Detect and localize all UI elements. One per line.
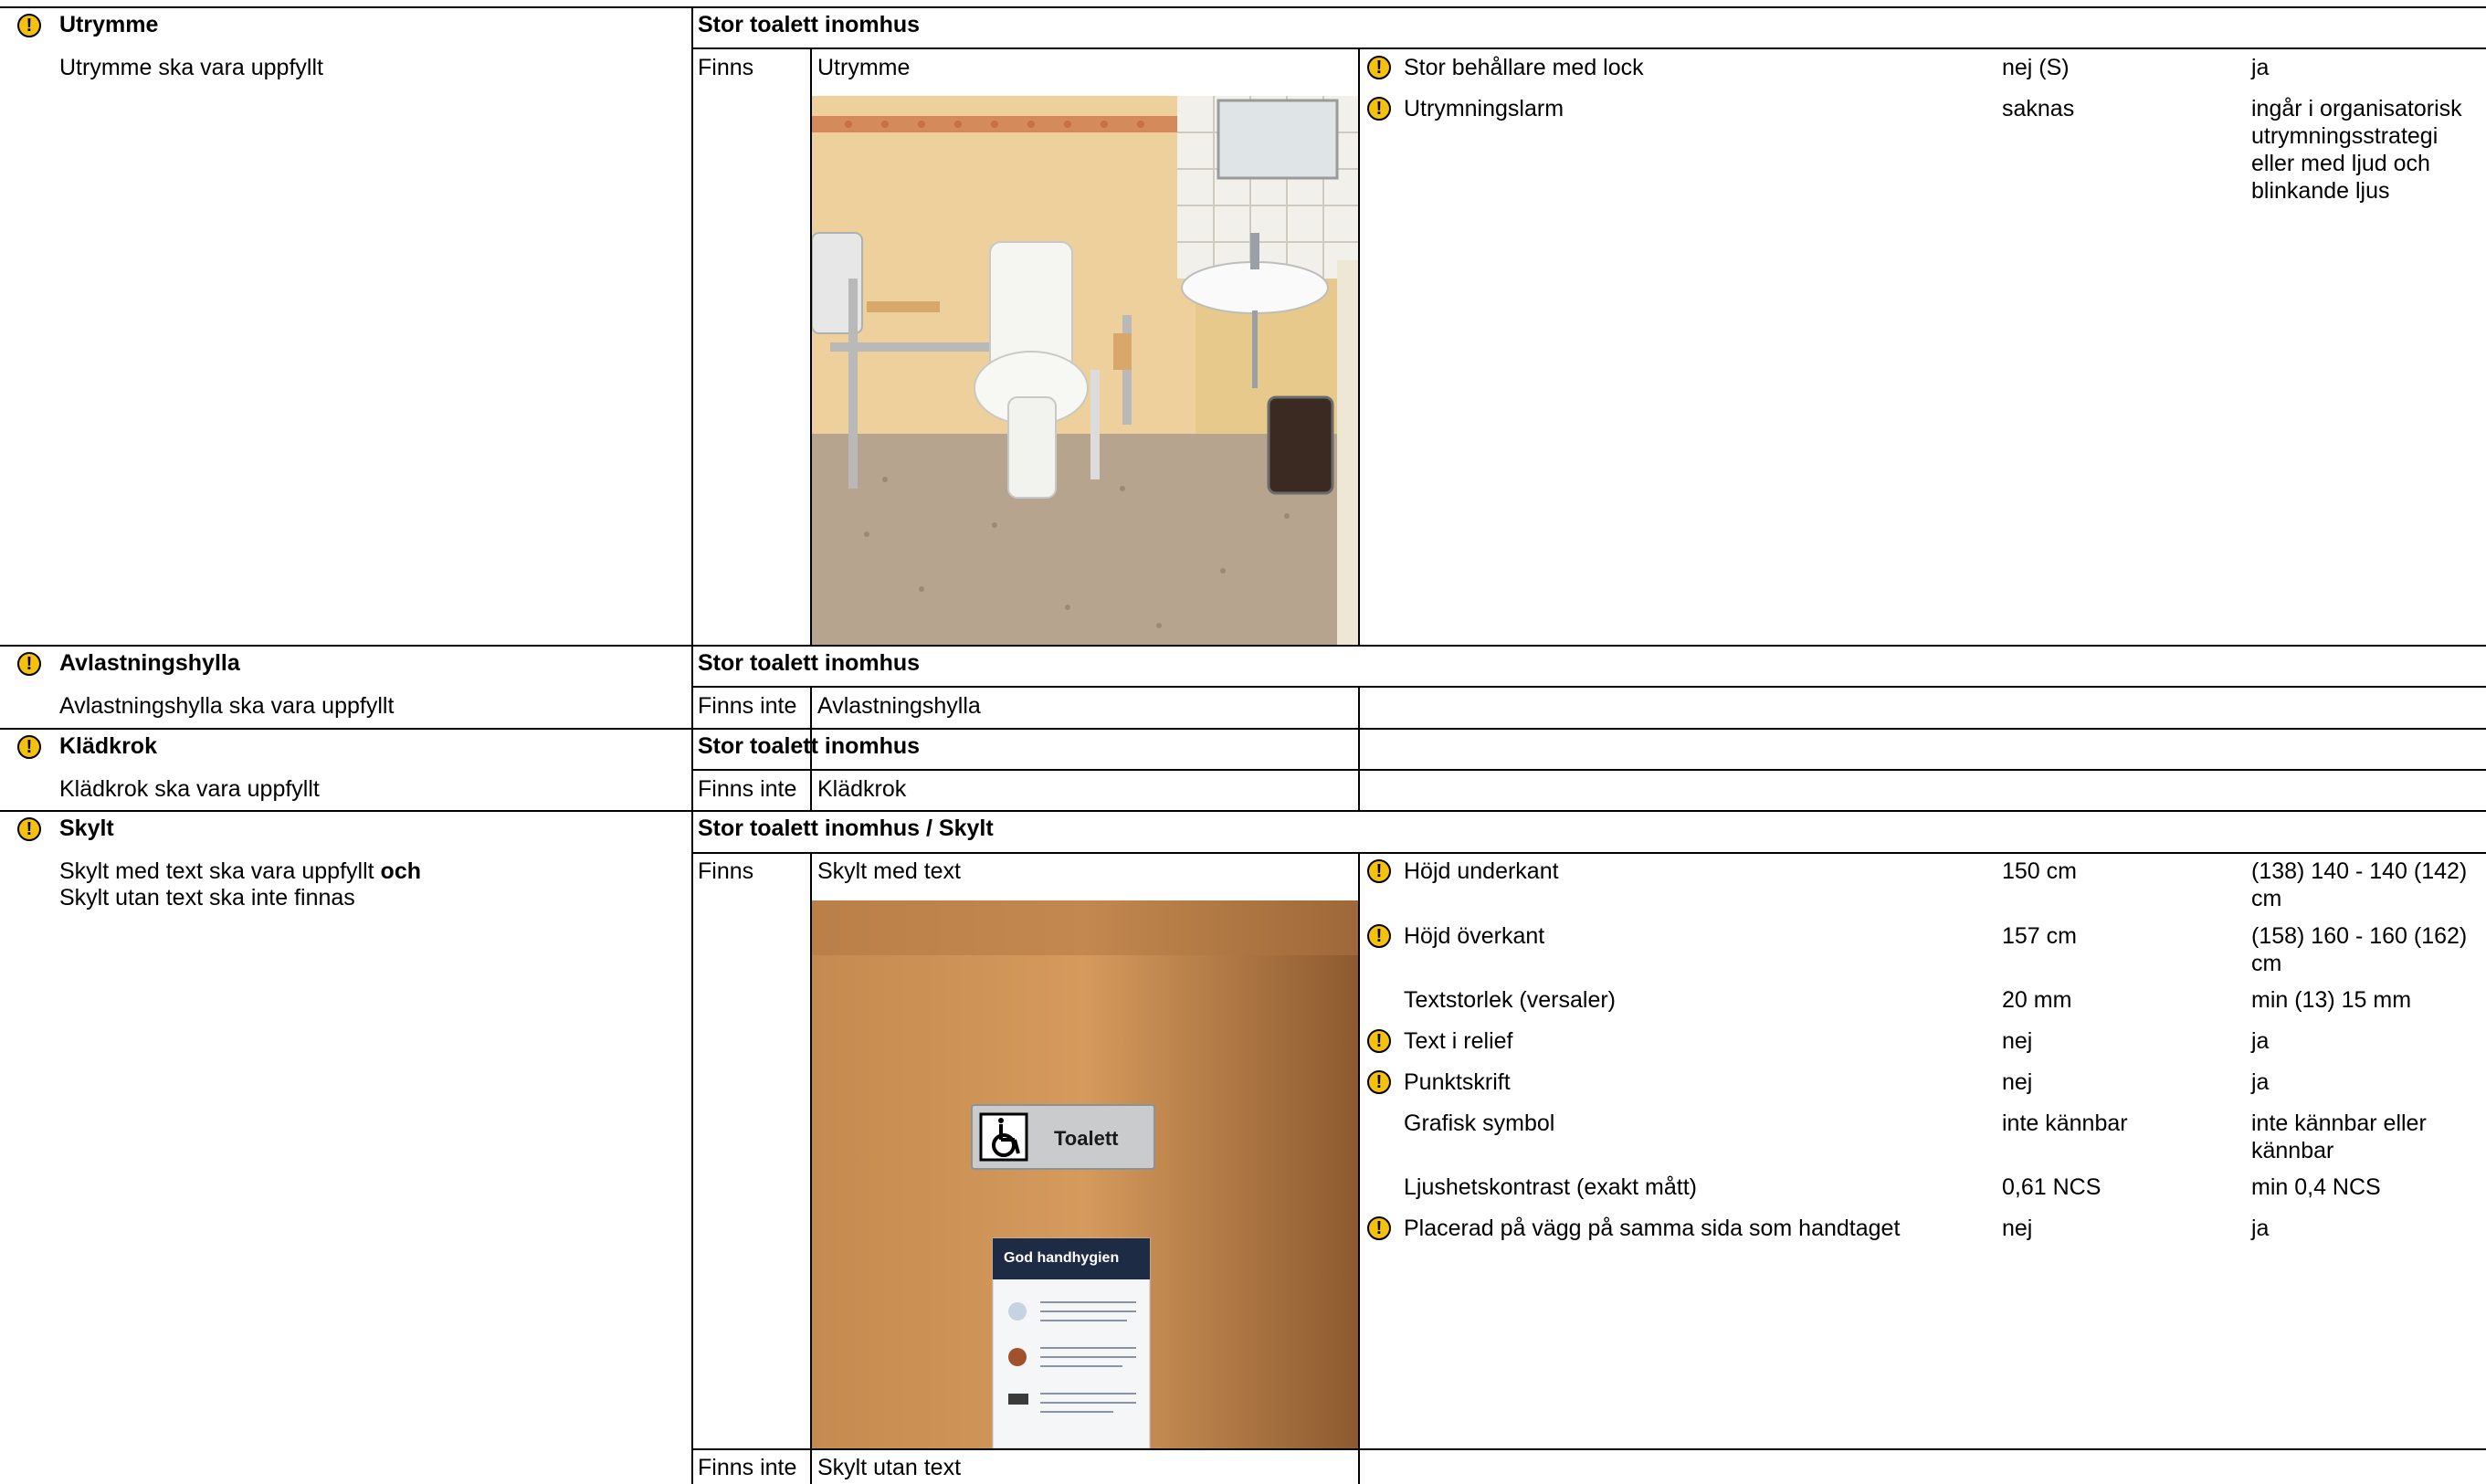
- warning-icon: !: [17, 735, 41, 759]
- property-value: inte kännbar: [2002, 1110, 2128, 1136]
- divider: [691, 1448, 2486, 1450]
- property-value: 20 mm: [2002, 987, 2072, 1013]
- status-cell: Finns inte: [698, 693, 797, 719]
- item-name: Skylt utan text: [817, 1455, 962, 1480]
- item-name: Klädkrok: [817, 776, 907, 802]
- property-name: Ljushetskontrast (exakt mått): [1404, 1174, 1697, 1200]
- section-title: Skylt: [59, 816, 114, 841]
- divider: [691, 852, 2486, 854]
- divider: [1358, 852, 1360, 1484]
- property-requirement: ja: [2251, 1216, 2270, 1241]
- property-name: Grafisk symbol: [1404, 1110, 1555, 1136]
- warning-icon: !: [17, 817, 41, 841]
- property-value: 0,61 NCS: [2002, 1174, 2102, 1200]
- divider: [0, 810, 2486, 812]
- property-requirement: (138) 140 - 140 (142) cm: [2251, 858, 2468, 911]
- property-name: Placerad på vägg på samma sida som handt…: [1404, 1216, 1901, 1241]
- property-name: Höjd underkant: [1404, 858, 1559, 884]
- divider: [691, 6, 693, 1484]
- table-header: Stor toalett inomhus: [698, 733, 921, 759]
- warning-icon: !: [1367, 97, 1391, 121]
- requirement-text: Avlastningshylla ska vara uppfyllt: [59, 693, 395, 719]
- requirement-text: Utrymme ska vara uppfyllt: [59, 55, 323, 80]
- status-cell: Finns: [698, 858, 754, 884]
- property-requirement: min 0,4 NCS: [2251, 1174, 2381, 1200]
- property-value: nej: [2002, 1028, 2033, 1054]
- requirement-text: Klädkrok ska vara uppfyllt: [59, 776, 320, 802]
- item-name: Avlastningshylla: [817, 693, 981, 719]
- property-value: nej: [2002, 1069, 2033, 1095]
- divider: [0, 728, 2486, 730]
- warning-icon: !: [1367, 924, 1391, 948]
- divider: [1358, 686, 1360, 810]
- property-name: Textstorlek (versaler): [1404, 987, 1616, 1013]
- property-value: nej: [2002, 1216, 2033, 1241]
- warning-icon: !: [1367, 1070, 1391, 1094]
- property-requirement: ja: [2251, 1069, 2270, 1095]
- warning-icon: !: [1367, 1029, 1391, 1053]
- requirement-text: Skylt med text ska vara uppfyllt och: [59, 858, 421, 885]
- warning-icon: !: [1367, 859, 1391, 883]
- requirement-text: Skylt utan text ska inte finnas: [59, 885, 355, 910]
- item-name: Skylt med text: [817, 858, 961, 884]
- poster-title: God handhygien: [1004, 1250, 1119, 1266]
- section-title: Utrymme: [59, 12, 159, 37]
- section-title: Avlastningshylla: [59, 650, 240, 676]
- divider: [1358, 47, 1360, 645]
- table-header: Stor toalett inomhus: [698, 650, 921, 676]
- warning-icon: !: [17, 652, 41, 676]
- property-requirement: min (13) 15 mm: [2251, 987, 2412, 1013]
- warning-icon: !: [1367, 56, 1391, 79]
- divider: [691, 47, 2486, 49]
- item-name: Utrymme: [817, 55, 911, 80]
- requirement-conjunction: och: [380, 858, 421, 884]
- property-requirement: ja: [2251, 1028, 2270, 1054]
- sign-text: Toalett: [1054, 1127, 1119, 1150]
- property-name: Punktskrift: [1404, 1069, 1511, 1095]
- toilet-photo: [812, 96, 1358, 645]
- divider: [0, 6, 2486, 8]
- property-name: Stor behållare med lock: [1404, 55, 1644, 80]
- property-requirement: inte kännbar eller kännbar: [2251, 1110, 2427, 1163]
- property-name: Utrymningslarm: [1404, 96, 1564, 121]
- divider: [691, 686, 2486, 688]
- table-header: Stor toalett inomhus: [698, 12, 921, 37]
- warning-icon: !: [17, 14, 41, 37]
- property-value: nej (S): [2002, 55, 2070, 80]
- status-cell: Finns inte: [698, 1455, 797, 1480]
- divider: [0, 645, 2486, 647]
- status-cell: Finns inte: [698, 776, 797, 802]
- divider: [691, 769, 2486, 771]
- property-name: Text i relief: [1404, 1028, 1513, 1054]
- property-name: Höjd överkant: [1404, 923, 1545, 949]
- property-value: saknas: [2002, 96, 2075, 121]
- property-requirement: ingår i organisatorisk utrymningsstrateg…: [2251, 96, 2462, 204]
- section-title: Klädkrok: [59, 733, 157, 759]
- property-requirement: ja: [2251, 55, 2270, 80]
- warning-icon: !: [1367, 1216, 1391, 1240]
- table-header: Stor toalett inomhus / Skylt: [698, 816, 994, 841]
- sign-photo: Toalett God handhygien: [812, 900, 1358, 1448]
- property-value: 157 cm: [2002, 923, 2077, 949]
- property-requirement: (158) 160 - 160 (162) cm: [2251, 923, 2468, 976]
- status-cell: Finns: [698, 55, 754, 80]
- requirement-line: Skylt med text ska vara uppfyllt: [59, 858, 374, 884]
- property-value: 150 cm: [2002, 858, 2077, 884]
